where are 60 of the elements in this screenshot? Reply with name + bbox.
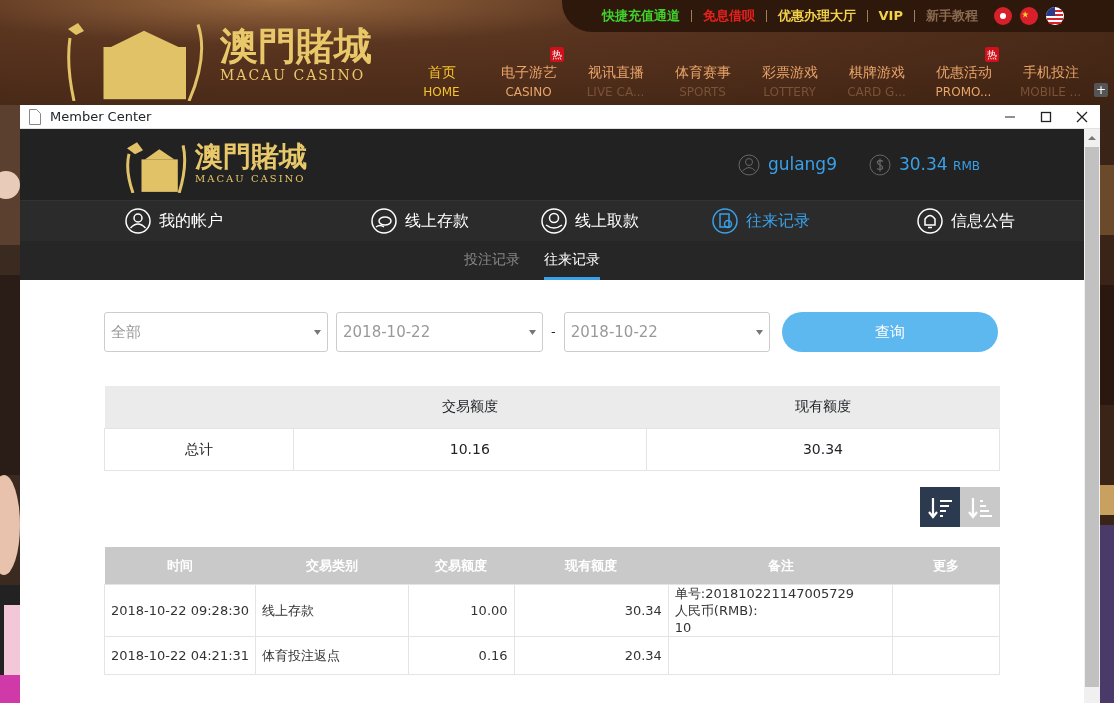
hong-kong-flag-icon[interactable] [994, 7, 1012, 25]
user-icon [737, 153, 760, 176]
note-line: 人民币(RMB): [674, 602, 759, 619]
window-title: Member Center [50, 107, 153, 126]
top-link[interactable]: 新手教程 [926, 6, 978, 26]
logo-subtitle: MACAU CASINO [195, 172, 307, 186]
table-cell: 10.00 [408, 584, 515, 637]
nav-item[interactable]: 电子游艺 CASINO [485, 62, 572, 101]
table-cell: 线上存款 [255, 584, 409, 637]
top-link[interactable]: VIP [878, 6, 903, 26]
page-icon [28, 108, 42, 125]
table-cell: 30.34 [514, 584, 669, 637]
table-cell: 体育投注返点 [255, 636, 409, 675]
logo-title: 澳門賭城 [195, 143, 307, 171]
logo-subtitle: MACAU CASINO [220, 65, 367, 85]
hot-badge: 热 [985, 47, 999, 62]
bell-icon [917, 208, 943, 234]
maximize-icon[interactable] [1040, 110, 1052, 123]
column-header: 现有额度 [646, 386, 1000, 428]
nav-tab[interactable]: 线上取款 [541, 208, 639, 234]
table-cell: 20.34 [514, 636, 669, 675]
nav-tab[interactable]: 往来记录 [712, 208, 810, 234]
logo-title: 澳門賭城 [220, 26, 372, 65]
close-icon[interactable] [1076, 110, 1088, 123]
nav-tab[interactable]: 我的帐户 [125, 208, 223, 234]
caret-icon [755, 329, 763, 335]
sub-tab[interactable]: 投注记录 [464, 240, 520, 280]
table-cell: 30.34 [646, 428, 1000, 470]
nav-tab[interactable]: 线上存款 [371, 208, 469, 234]
sort-button[interactable] [920, 486, 960, 527]
scroll-up-icon[interactable] [1088, 133, 1096, 143]
top-link[interactable]: 快捷充值通道 [601, 6, 680, 26]
dollar-icon [869, 153, 891, 176]
username: gulang9 [767, 152, 837, 176]
table-cell: 总计 [104, 428, 294, 470]
nav-item[interactable]: 手机投注 MOBILE ... [1007, 62, 1094, 101]
balance: 30.34 RMB [899, 152, 980, 176]
user-icon [125, 208, 151, 234]
top-link[interactable]: 优惠办理大厅 [777, 6, 856, 26]
hot-badge: 热 [550, 47, 564, 62]
sub-tab[interactable]: 往来记录 [544, 240, 600, 280]
document-icon [712, 208, 738, 234]
nav-item[interactable]: 优惠活动 PROMO... [920, 62, 1007, 101]
table-cell: 0.16 [408, 636, 515, 675]
note-line: 单号:201810221147005729 [674, 585, 856, 602]
nav-item[interactable]: 首页 HOME [398, 62, 485, 101]
column-header: 交易额度 [293, 386, 647, 428]
nav-tab[interactable]: 信息公告 [917, 208, 1015, 234]
expand-button[interactable]: + [1094, 83, 1108, 97]
date-separator: - [551, 323, 556, 342]
table-cell: 10.16 [293, 428, 647, 470]
caret-icon [314, 329, 321, 335]
caret-icon [529, 329, 536, 335]
table-cell: 2018-10-22 04:21:31 [104, 636, 256, 675]
scrollbar[interactable] [1084, 129, 1100, 703]
table-cell: 2018-10-22 09:28:30 [104, 584, 256, 637]
usa-flag-icon[interactable] [1046, 7, 1064, 25]
note-line: 10 [674, 619, 693, 636]
top-link[interactable]: 免息借呗 [702, 6, 755, 26]
china-flag-icon[interactable] [1020, 7, 1038, 25]
